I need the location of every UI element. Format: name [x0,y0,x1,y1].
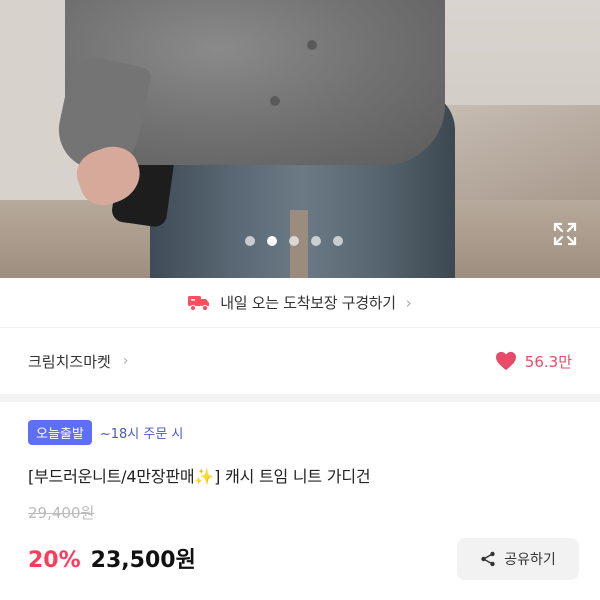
chevron-right-icon: › [122,353,129,369]
photo-button [307,40,317,50]
share-button[interactable]: 공유하기 [457,538,579,580]
shipping-info: 오늘출발 ~18시 주문 시 [28,420,183,445]
shop-row[interactable]: 크림치즈마켓 › 56.3만 [0,330,600,392]
expand-icon[interactable] [552,221,578,247]
shop-name[interactable]: 크림치즈마켓 [28,351,111,372]
carousel-dot[interactable] [311,236,321,246]
carousel-dot-active[interactable] [267,236,277,246]
section-divider [0,394,600,402]
delivery-guarantee-banner[interactable]: 내일 오는 도착보장 구경하기 › [0,278,600,328]
likes-count: 56.3만 [524,352,572,371]
same-day-shipping-badge: 오늘출발 [28,420,92,445]
share-label: 공유하기 [504,552,556,568]
heart-icon[interactable] [495,351,517,371]
carousel-indicator [245,236,343,246]
discount-rate: 20% [28,548,81,573]
delivery-truck-icon [188,295,210,311]
shipping-cutoff-note: ~18시 주문 시 [99,427,184,442]
price-row: 20% 23,500원 [28,542,196,574]
carousel-dot[interactable] [333,236,343,246]
original-price: 29,400원 [28,504,95,522]
chevron-right-icon: › [405,293,412,312]
product-image[interactable] [0,0,600,278]
product-title: [부드러운니트/4만장판매✨] 캐시 트임 니트 가디건 [28,467,371,486]
delivery-banner-text: 내일 오는 도착보장 구경하기 [220,294,396,312]
share-icon [481,551,495,567]
carousel-dot[interactable] [245,236,255,246]
photo-button [270,96,280,106]
sale-price: 23,500원 [90,548,196,573]
carousel-dot[interactable] [289,236,299,246]
likes[interactable]: 56.3만 [495,351,572,372]
